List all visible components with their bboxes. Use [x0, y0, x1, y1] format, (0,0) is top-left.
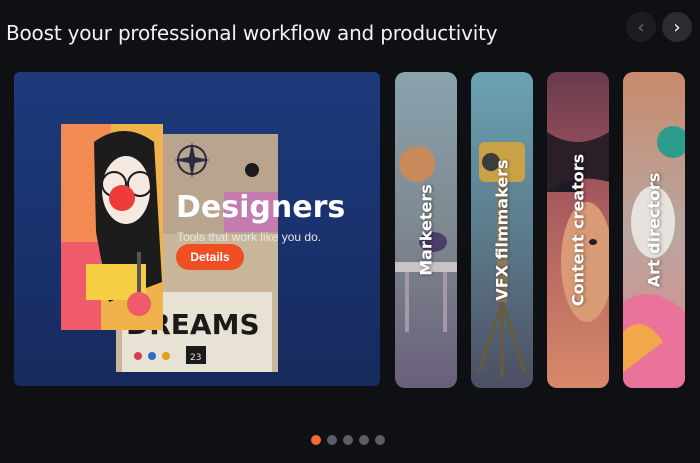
card-content-creators[interactable]: Content creators [547, 72, 609, 388]
featured-subtitle: Tools that work like you do. [177, 230, 322, 244]
carousel-next-button[interactable]: › [662, 12, 692, 42]
poster-number: 23 [190, 353, 201, 363]
card-label-art-directors: Art directors [644, 172, 664, 288]
section-heading: Boost your professional workflow and pro… [6, 21, 498, 45]
featured-card-designers[interactable]: DREAMS 23 Designers Tools that work like… [14, 72, 380, 386]
card-marketers[interactable]: Marketers [395, 72, 457, 388]
pagination-dot-1[interactable] [311, 435, 321, 445]
card-vfx-filmmakers[interactable]: VFX filmmakers [471, 72, 533, 388]
featured-title: Designers [176, 190, 346, 225]
card-art-directors[interactable]: Art directors [623, 72, 685, 388]
card-label-marketers: Marketers [416, 184, 436, 276]
details-button[interactable]: Details [176, 244, 244, 270]
pagination-dot-3[interactable] [343, 435, 353, 445]
chevron-right-icon: › [673, 16, 681, 38]
chevron-left-icon: ‹ [637, 16, 645, 38]
card-label-content-creators: Content creators [568, 153, 588, 307]
designers-artwork: DREAMS 23 [61, 124, 278, 372]
carousel-prev-button[interactable]: ‹ [626, 12, 656, 42]
card-label-vfx-filmmakers: VFX filmmakers [492, 159, 512, 301]
carousel-pagination [311, 435, 385, 445]
pagination-dot-2[interactable] [327, 435, 337, 445]
pagination-dot-4[interactable] [359, 435, 369, 445]
pagination-dot-5[interactable] [375, 435, 385, 445]
